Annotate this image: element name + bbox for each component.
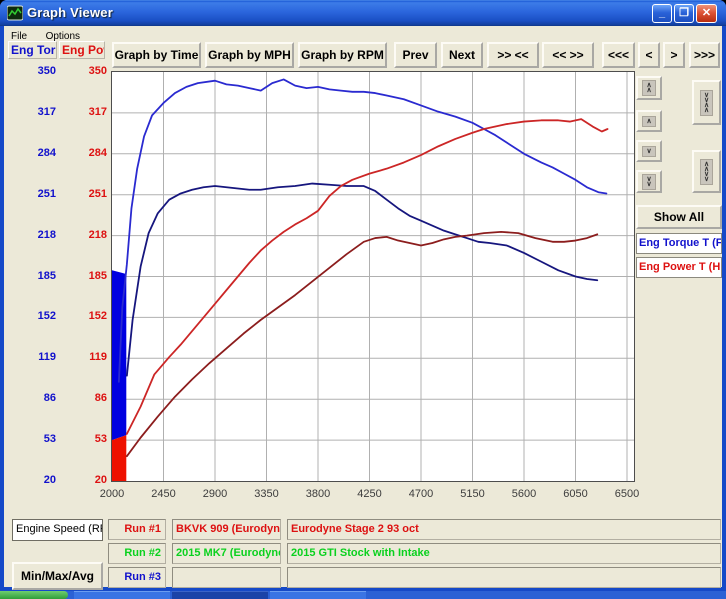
x-axis-label: 4700: [395, 488, 447, 500]
chevron-up-icon: ∧: [642, 116, 655, 127]
run3-file-field[interactable]: [172, 567, 281, 588]
pan-left-button[interactable]: <: [638, 42, 660, 68]
x-axis-title-box: Engine Speed (RPM): [12, 519, 103, 541]
chart-canvas: [112, 72, 634, 481]
window-title: Graph Viewer: [27, 5, 113, 20]
series-run-2-eng-power: [127, 232, 597, 456]
pan-right-button[interactable]: >: [663, 42, 685, 68]
power-spike-fill: [112, 435, 126, 481]
minimize-button[interactable]: _: [652, 4, 672, 23]
pan-right-fast-button[interactable]: >>>: [689, 42, 720, 68]
next-button[interactable]: Next: [441, 42, 483, 68]
pan-down-fast-button[interactable]: ∨ ∨: [636, 170, 662, 193]
x-axis-label: 6500: [601, 488, 653, 500]
y-axis-label-torque: 284: [12, 147, 56, 159]
legend-power[interactable]: Eng Power T (HP): [636, 257, 722, 278]
torque-axis-header: Eng Torque: [8, 41, 57, 59]
maximize-button[interactable]: ❐: [674, 4, 694, 23]
y-axis-label-torque: 152: [12, 310, 56, 322]
taskbar: [0, 591, 726, 599]
run2-file-field[interactable]: 2015 MK7 (Eurodyne, E: [172, 543, 281, 564]
x-axis-label: 2000: [86, 488, 138, 500]
dyno-chart: [111, 71, 635, 482]
graph-viewer-window: Graph Viewer _ ❐ ✕ File Options Eng Torq…: [0, 0, 726, 591]
x-axis-label: 6050: [550, 488, 602, 500]
run3-label: Run #3: [108, 567, 166, 588]
x-axis-label: 3350: [241, 488, 293, 500]
menu-bar: File Options: [4, 26, 722, 41]
y-axis-label-power: 53: [63, 433, 107, 445]
series-run-2-eng-torque: [127, 184, 597, 376]
x-axis-label: 2450: [138, 488, 190, 500]
pan-left-fast-button[interactable]: <<<: [602, 42, 635, 68]
y-axis-label-torque: 20: [12, 474, 56, 486]
run2-label: Run #2: [108, 543, 166, 564]
run1-desc-field[interactable]: Eurodyne Stage 2 93 oct: [287, 519, 721, 540]
run2-desc-field[interactable]: 2015 GTI Stock with Intake: [287, 543, 721, 564]
y-axis-label-torque: 317: [12, 106, 56, 118]
min-max-avg-button[interactable]: Min/Max/Avg: [12, 562, 103, 590]
x-axis-label: 3800: [292, 488, 344, 500]
taskbar-item[interactable]: [270, 591, 366, 599]
legend-torque[interactable]: Eng Torque T (Ft-lbs): [636, 233, 722, 254]
x-axis-label: 5150: [447, 488, 499, 500]
x-axis-label: 2900: [189, 488, 241, 500]
y-axis-label-power: 152: [63, 310, 107, 322]
y-axis-label-torque: 251: [12, 188, 56, 200]
title-bar: Graph Viewer _ ❐ ✕: [0, 0, 726, 26]
graph-by-time-button[interactable]: Graph by Time: [112, 42, 201, 68]
y-axis-label-power: 251: [63, 188, 107, 200]
y-axis-label-torque: 119: [12, 351, 56, 363]
zoom-in-y-button[interactable]: ∨ ∨ ∧ ∧: [692, 80, 721, 125]
taskbar-item-active[interactable]: [172, 591, 268, 599]
run3-desc-field[interactable]: [287, 567, 721, 588]
pan-up-fast-button[interactable]: ∧ ∧: [636, 76, 662, 100]
y-axis-label-power: 317: [63, 106, 107, 118]
chevrons-outward-icon: ∧ ∧ ∨ ∨: [700, 159, 713, 185]
y-axis-label-torque: 218: [12, 229, 56, 241]
y-axis-label-torque: 86: [12, 392, 56, 404]
series-run-1-eng-torque: [119, 79, 607, 381]
pan-down-button[interactable]: ∨: [636, 140, 662, 162]
y-axis-label-torque: 185: [12, 270, 56, 282]
y-axis-label-power: 218: [63, 229, 107, 241]
chevrons-inward-icon: ∨ ∨ ∧ ∧: [700, 90, 713, 116]
close-button[interactable]: ✕: [696, 4, 717, 23]
start-button-fragment[interactable]: [0, 591, 68, 599]
taskbar-item[interactable]: [74, 591, 170, 599]
prev-button[interactable]: Prev: [394, 42, 437, 68]
app-icon: [7, 5, 23, 21]
run1-label: Run #1: [108, 519, 166, 540]
graph-by-mph-button[interactable]: Graph by MPH: [205, 42, 294, 68]
power-axis-header: Eng Power: [59, 41, 105, 59]
y-axis-label-power: 119: [63, 351, 107, 363]
y-axis-label-torque: 350: [12, 65, 56, 77]
show-all-button[interactable]: Show All: [636, 205, 722, 229]
y-axis-label-power: 86: [63, 392, 107, 404]
pan-up-button[interactable]: ∧: [636, 110, 662, 132]
x-axis-label: 5600: [498, 488, 550, 500]
zoom-out-y-button[interactable]: ∧ ∧ ∨ ∨: [692, 150, 721, 193]
y-axis-label-power: 185: [63, 270, 107, 282]
chevron-down-icon: ∨: [642, 146, 655, 157]
y-axis-label-power: 20: [63, 474, 107, 486]
y-axis-label-power: 350: [63, 65, 107, 77]
shift-out-button[interactable]: << >>: [542, 42, 594, 68]
run1-file-field[interactable]: BKVK 909 (Eurodyne, B: [172, 519, 281, 540]
x-axis-label: 4250: [344, 488, 396, 500]
graph-by-rpm-button[interactable]: Graph by RPM: [298, 42, 387, 68]
double-chevron-up-icon: ∧ ∧: [642, 80, 655, 96]
shift-in-button[interactable]: >> <<: [487, 42, 539, 68]
y-axis-label-torque: 53: [12, 433, 56, 445]
y-axis-label-power: 284: [63, 147, 107, 159]
double-chevron-down-icon: ∨ ∨: [642, 174, 655, 190]
